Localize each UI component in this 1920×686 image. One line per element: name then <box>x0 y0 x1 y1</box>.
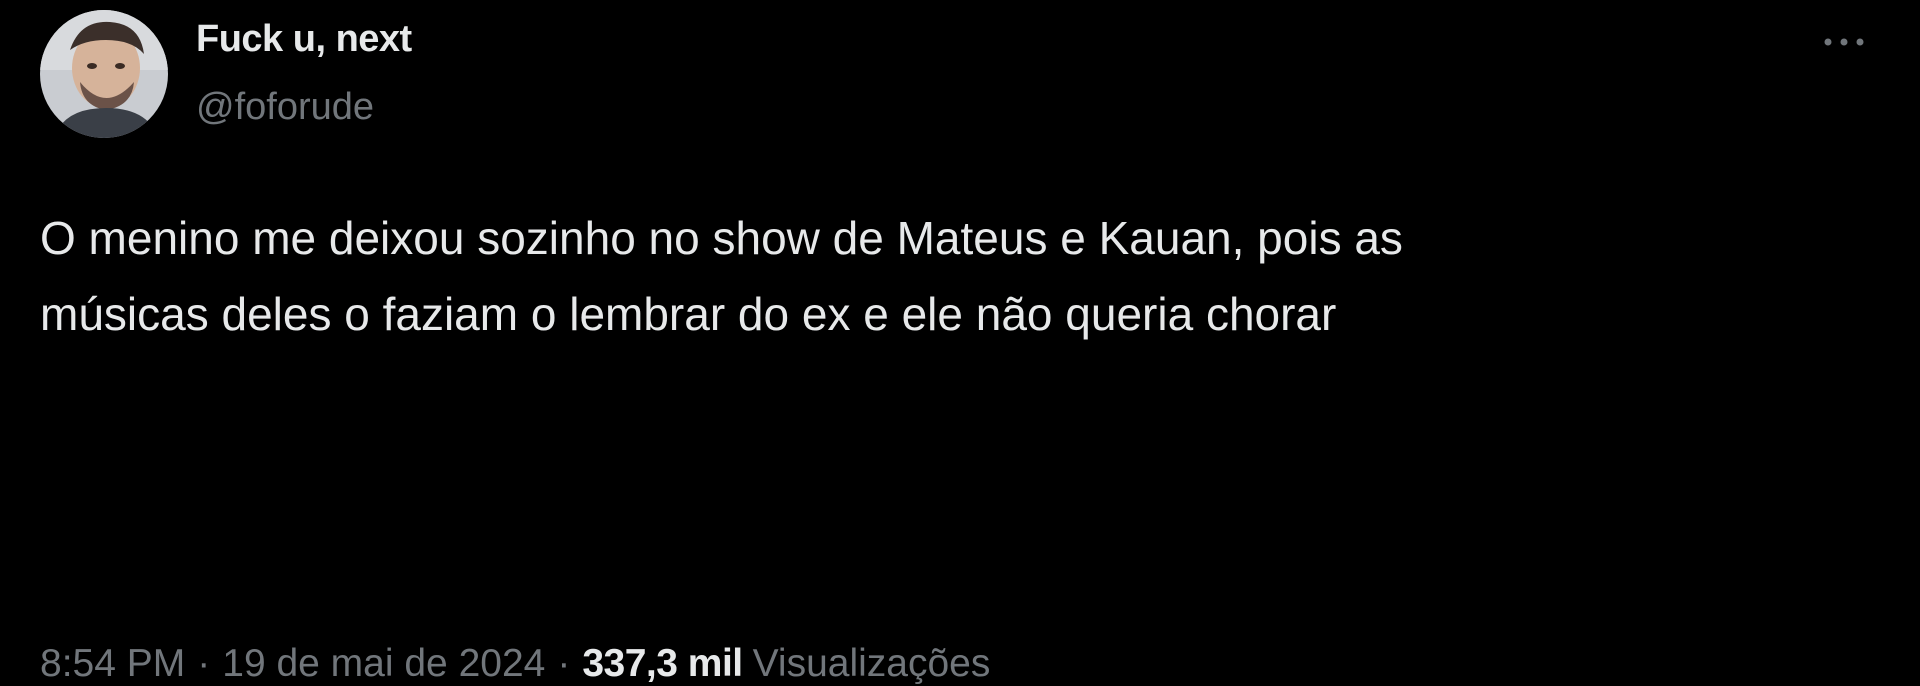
avatar[interactable] <box>40 10 168 138</box>
tweet-card: Fuck u, next @foforude O menino me deixo… <box>0 0 1920 685</box>
more-horizontal-icon <box>1824 38 1864 46</box>
author-handle[interactable]: @foforude <box>196 86 374 129</box>
tweet-text: O menino me deixou sozinho no show de Ma… <box>40 212 1403 340</box>
tweet-meta: 8:54 PM · 19 de mai de 2024 · 337,3 mil … <box>40 642 990 686</box>
more-options-button[interactable] <box>1808 20 1880 64</box>
views-label[interactable]: Visualizações <box>753 642 991 686</box>
avatar-image <box>40 10 168 138</box>
views-count[interactable]: 337,3 mil <box>582 642 743 686</box>
tweet-time[interactable]: 8:54 PM <box>40 642 185 686</box>
author-display-name[interactable]: Fuck u, next <box>196 18 412 61</box>
meta-separator: · <box>557 642 571 685</box>
tweet-date[interactable]: 19 de mai de 2024 <box>222 642 545 686</box>
meta-separator: · <box>197 642 211 685</box>
